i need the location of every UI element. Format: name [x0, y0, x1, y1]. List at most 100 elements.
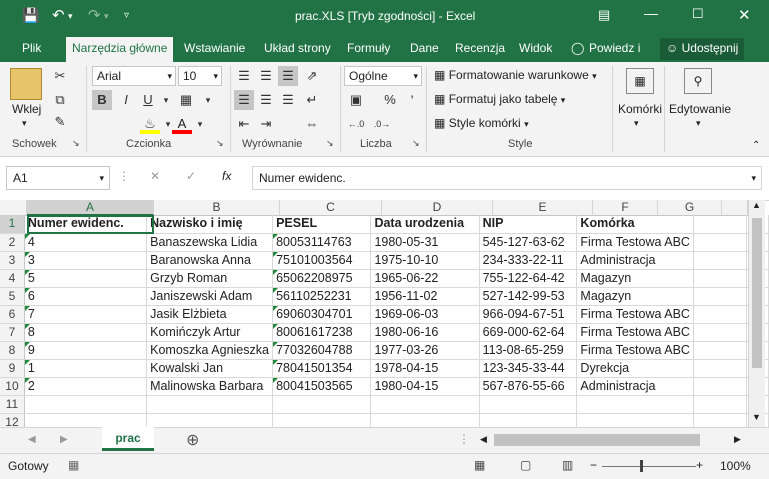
cell[interactable]: [24, 395, 148, 414]
cell[interactable]: [693, 359, 747, 378]
cell[interactable]: Komińczyk Artur: [146, 323, 274, 342]
save-icon[interactable]: 💾: [22, 7, 39, 24]
zoom-slider-thumb[interactable]: [640, 460, 643, 472]
cell[interactable]: 78041501354: [272, 359, 372, 378]
cell-styles-button[interactable]: ▦ Style komórki ▾: [434, 116, 529, 130]
row-header[interactable]: 1: [0, 215, 25, 234]
cell[interactable]: Malinowska Barbara: [146, 377, 274, 396]
editing-dropdown-icon[interactable]: ▾: [696, 118, 701, 129]
row-header[interactable]: 8: [0, 341, 25, 360]
cell[interactable]: Firma Testowa ABC: [576, 341, 694, 360]
editing-button[interactable]: Edytowanie: [669, 102, 731, 116]
cell[interactable]: Firma Testowa ABC: [576, 323, 694, 342]
wrap-text-icon[interactable]: ↵: [302, 90, 322, 110]
merge-center-icon[interactable]: ⇔: [302, 114, 322, 134]
cell[interactable]: [693, 215, 747, 234]
underline-button[interactable]: U: [138, 90, 158, 110]
cell[interactable]: 545-127-63-62: [479, 233, 578, 252]
cell[interactable]: 966-094-67-51: [479, 305, 578, 324]
font-name-select[interactable]: Arial ▾: [92, 66, 176, 86]
tab-file[interactable]: Plik: [22, 41, 41, 55]
paste-button[interactable]: Wklej: [12, 102, 41, 116]
align-bottom-icon[interactable]: ☰: [278, 66, 298, 86]
row-header[interactable]: 9: [0, 359, 25, 378]
cell[interactable]: 80041503565: [272, 377, 372, 396]
cells-dropdown-icon[interactable]: ▾: [634, 118, 639, 129]
cell[interactable]: Banaszewska Lidia: [146, 233, 274, 252]
zoom-out-icon[interactable]: −: [590, 458, 597, 472]
cell[interactable]: 80061617238: [272, 323, 372, 342]
redo-dropdown-icon[interactable]: ▾: [104, 11, 109, 22]
decrease-indent-icon[interactable]: ⇤: [234, 114, 254, 134]
increase-decimal-icon[interactable]: ←.0: [346, 114, 366, 134]
row-header[interactable]: 10: [0, 377, 25, 396]
column-header[interactable]: B: [154, 200, 280, 216]
alignment-launcher-icon[interactable]: ↘: [326, 138, 334, 149]
macro-record-icon[interactable]: ▦: [68, 458, 79, 472]
cell[interactable]: [146, 395, 274, 414]
zoom-in-icon[interactable]: +: [696, 458, 703, 472]
paste-dropdown-icon[interactable]: ▾: [22, 118, 27, 129]
cell[interactable]: [693, 251, 747, 270]
cell[interactable]: 1: [24, 359, 148, 378]
page-layout-view-icon[interactable]: ▢: [520, 458, 531, 472]
column-header[interactable]: F: [593, 200, 658, 216]
cell[interactable]: Dyrekcja: [576, 359, 694, 378]
tab-data[interactable]: Dane: [410, 41, 439, 55]
sheet-tab-prac[interactable]: prac: [102, 427, 154, 451]
cells-button[interactable]: Komórki: [618, 102, 662, 116]
cell[interactable]: 7: [24, 305, 148, 324]
cell[interactable]: 527-142-99-53: [479, 287, 578, 306]
cell[interactable]: [693, 395, 747, 414]
cell[interactable]: 1980-04-15: [370, 377, 480, 396]
cell[interactable]: 56110252231: [272, 287, 372, 306]
clipboard-icon[interactable]: [10, 68, 42, 100]
cell[interactable]: 1969-06-03: [370, 305, 480, 324]
tab-review[interactable]: Recenzja: [455, 41, 505, 55]
align-middle-icon[interactable]: ☰: [256, 66, 276, 86]
cell[interactable]: [370, 413, 480, 427]
align-left-icon[interactable]: ☰: [234, 90, 254, 110]
row-header[interactable]: 7: [0, 323, 25, 342]
cell[interactable]: PESEL: [272, 215, 372, 234]
cell[interactable]: 6: [24, 287, 148, 306]
cell[interactable]: Administracja: [576, 251, 694, 270]
font-color-icon[interactable]: A: [172, 114, 192, 134]
cell[interactable]: [272, 413, 372, 427]
decrease-decimal-icon[interactable]: .0→: [372, 114, 392, 134]
cell[interactable]: [576, 413, 694, 427]
column-header[interactable]: A: [27, 200, 154, 216]
cell[interactable]: [693, 233, 747, 252]
copy-icon[interactable]: ⧉: [50, 90, 70, 110]
insert-function-icon[interactable]: fx: [222, 169, 231, 183]
cell[interactable]: Firma Testowa ABC: [576, 233, 694, 252]
cell[interactable]: Kowalski Jan: [146, 359, 274, 378]
vertical-scrollbar[interactable]: ▲ ▼: [748, 200, 765, 427]
scroll-down-icon[interactable]: ▼: [752, 412, 761, 422]
cell[interactable]: 4: [24, 233, 148, 252]
cell[interactable]: 113-08-65-259: [479, 341, 578, 360]
cell[interactable]: 1977-03-26: [370, 341, 480, 360]
cell[interactable]: 1956-11-02: [370, 287, 480, 306]
tab-home[interactable]: Narzędzia główne: [66, 37, 174, 62]
cell[interactable]: [24, 413, 148, 427]
prev-sheet-icon[interactable]: ◀: [28, 434, 36, 445]
cell[interactable]: 77032604788: [272, 341, 372, 360]
cell[interactable]: [693, 377, 747, 396]
tab-view[interactable]: Widok: [519, 41, 552, 55]
italic-button[interactable]: I: [116, 90, 136, 110]
tab-page-layout[interactable]: Układ strony: [264, 41, 331, 55]
font-launcher-icon[interactable]: ↘: [216, 138, 224, 149]
column-header[interactable]: E: [493, 200, 593, 216]
row-header[interactable]: 6: [0, 305, 25, 324]
cell[interactable]: Jasik Elżbieta: [146, 305, 274, 324]
cell[interactable]: Komoszka Agnieszka: [146, 341, 274, 360]
minimize-icon[interactable]: —: [644, 5, 658, 21]
row-header[interactable]: 12: [0, 413, 25, 427]
cell[interactable]: [479, 413, 578, 427]
normal-view-icon[interactable]: ▦: [474, 458, 485, 472]
share-button[interactable]: ☺ Udostępnij: [660, 38, 745, 60]
cell[interactable]: [576, 395, 694, 414]
maximize-icon[interactable]: ☐: [692, 6, 704, 22]
cell[interactable]: 80053114763: [272, 233, 372, 252]
